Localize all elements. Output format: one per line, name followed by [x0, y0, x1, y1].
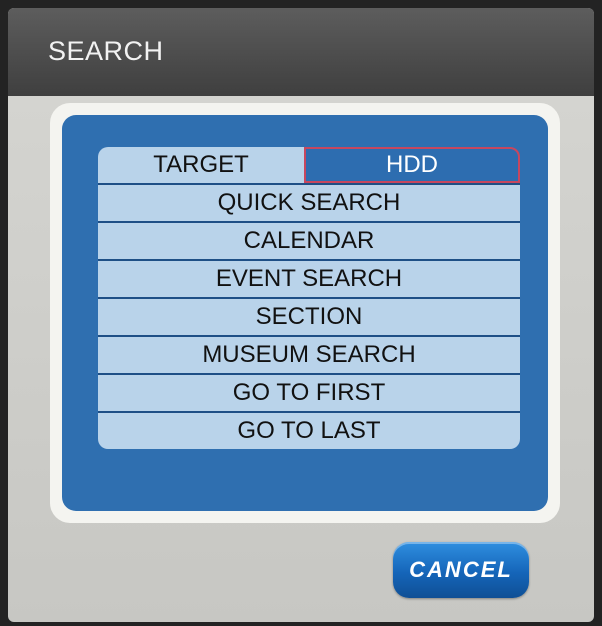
- menu-item-quick-search[interactable]: QUICK SEARCH: [98, 185, 520, 223]
- title-bar: SEARCH: [8, 8, 594, 96]
- cancel-button[interactable]: CANCEL: [393, 542, 529, 598]
- screen: SEARCH TARGET HDD QUICK SEARCH CALENDAR …: [0, 0, 602, 626]
- menu-item-go-to-last[interactable]: GO TO LAST: [98, 413, 520, 449]
- target-select-hdd[interactable]: HDD: [304, 147, 520, 183]
- menu-item-section[interactable]: SECTION: [98, 299, 520, 337]
- menu-item-museum-search[interactable]: MUSEUM SEARCH: [98, 337, 520, 375]
- menu-panel: TARGET HDD QUICK SEARCH CALENDAR EVENT S…: [62, 115, 548, 511]
- menu-item-go-to-first[interactable]: GO TO FIRST: [98, 375, 520, 413]
- target-row: TARGET HDD: [98, 147, 520, 185]
- search-dialog: SEARCH TARGET HDD QUICK SEARCH CALENDAR …: [8, 8, 594, 622]
- search-menu: TARGET HDD QUICK SEARCH CALENDAR EVENT S…: [98, 147, 520, 449]
- menu-item-event-search[interactable]: EVENT SEARCH: [98, 261, 520, 299]
- menu-item-calendar[interactable]: CALENDAR: [98, 223, 520, 261]
- menu-panel-frame: TARGET HDD QUICK SEARCH CALENDAR EVENT S…: [50, 103, 560, 523]
- dialog-title: SEARCH: [48, 36, 164, 66]
- target-label: TARGET: [98, 147, 304, 183]
